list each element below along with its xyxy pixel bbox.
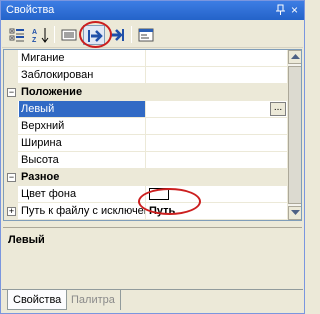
- property-name: Заблокирован: [21, 69, 94, 81]
- color-swatch[interactable]: [149, 188, 169, 200]
- property-name: Высота: [21, 154, 59, 166]
- grid-row[interactable]: Верхний: [4, 118, 287, 135]
- property-value[interactable]: Путь: [149, 205, 175, 217]
- alphabetical-button[interactable]: A Z: [29, 25, 51, 45]
- tab-strip: Свойства Палитра: [2, 289, 303, 313]
- collapse-icon[interactable]: −: [7, 88, 16, 97]
- grid-row[interactable]: Ширина: [4, 135, 287, 152]
- vertical-scrollbar[interactable]: [287, 50, 301, 220]
- property-name: Цвет фона: [21, 188, 77, 200]
- svg-text:A: A: [32, 29, 37, 36]
- property-name: Ширина: [21, 137, 62, 149]
- property-name: Мигание: [21, 52, 65, 64]
- description-pane: Левый: [3, 227, 302, 289]
- property-pages-button[interactable]: [135, 25, 157, 45]
- toolbar-separator: [131, 26, 132, 43]
- grid-row[interactable]: Мигание: [4, 50, 287, 67]
- window-title: Свойства: [6, 4, 55, 16]
- tab-palette[interactable]: Палитра: [66, 290, 121, 310]
- scroll-up-button[interactable]: [288, 50, 301, 64]
- category-row[interactable]: − Положение: [4, 84, 287, 101]
- property-name: Верхний: [21, 120, 65, 132]
- properties-window: Свойства × A Z Мигание Заблокирован − По…: [0, 0, 305, 314]
- collapse-icon[interactable]: −: [7, 173, 16, 182]
- close-icon[interactable]: ×: [288, 3, 301, 17]
- categorized-button[interactable]: [6, 25, 28, 45]
- grid-row[interactable]: Цвет фона: [4, 186, 287, 203]
- pin-icon[interactable]: [275, 4, 286, 16]
- category-name: Положение: [21, 86, 83, 98]
- property-name: Левый: [19, 101, 145, 117]
- category-name: Разное: [21, 171, 60, 183]
- grid-row[interactable]: Высота: [4, 152, 287, 169]
- grid-row[interactable]: Левый ...: [4, 101, 287, 118]
- property-grid: Мигание Заблокирован − Положение Левый .…: [3, 49, 302, 221]
- tab-properties[interactable]: Свойства: [7, 290, 68, 310]
- svg-text:Z: Z: [32, 37, 37, 43]
- expand-icon[interactable]: +: [7, 207, 16, 216]
- properties-button[interactable]: [58, 25, 80, 45]
- description-title: Левый: [8, 234, 45, 246]
- title-bar: Свойства ×: [1, 1, 304, 20]
- category-row[interactable]: − Разное: [4, 169, 287, 186]
- toolbar: A Z: [2, 21, 303, 48]
- scroll-thumb[interactable]: [288, 66, 301, 204]
- toolbar-separator: [54, 26, 55, 43]
- grid-row[interactable]: + Путь к файлу с исключени Путь: [4, 203, 287, 220]
- events-button[interactable]: [83, 25, 105, 45]
- property-name: Путь к файлу с исключени: [21, 205, 145, 217]
- scroll-down-button[interactable]: [288, 206, 301, 220]
- grid-row[interactable]: Заблокирован: [4, 67, 287, 84]
- ellipsis-button[interactable]: ...: [270, 102, 286, 116]
- events-alt-button[interactable]: [106, 25, 128, 45]
